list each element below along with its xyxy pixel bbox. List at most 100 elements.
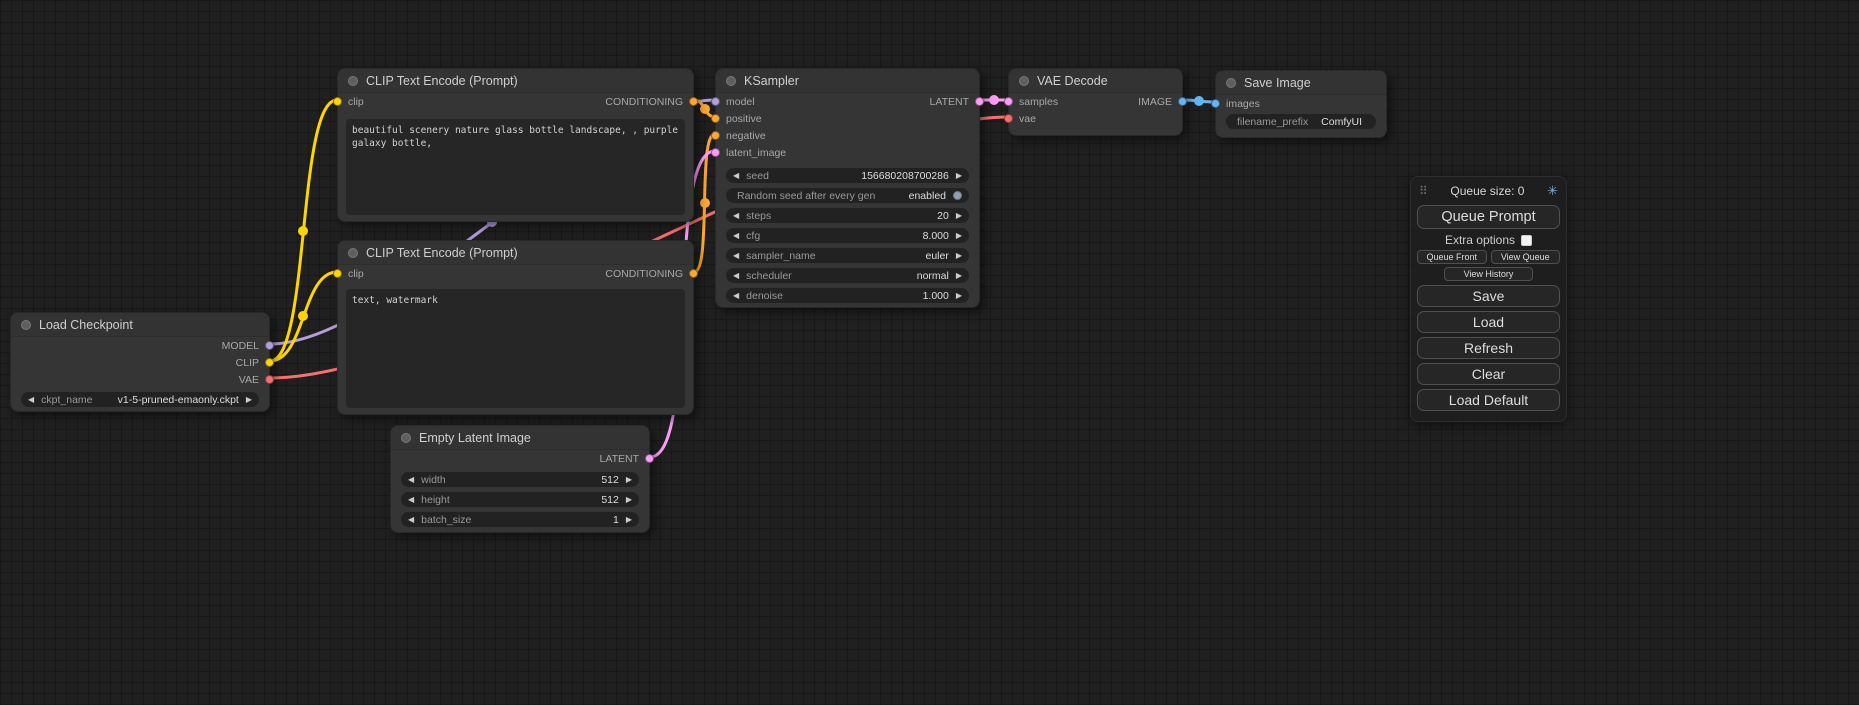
output-label-vae: VAE bbox=[239, 374, 259, 386]
output-slot-clip[interactable] bbox=[265, 358, 274, 367]
decrement-arrow-icon[interactable]: ◀ bbox=[733, 172, 739, 180]
widget-batch-size[interactable]: ◀ batch_size 1 ▶ bbox=[401, 512, 639, 527]
increment-arrow-icon[interactable]: ▶ bbox=[956, 212, 962, 220]
collapse-dot-icon[interactable] bbox=[401, 433, 411, 443]
settings-gear-icon[interactable]: ✳ bbox=[1547, 183, 1558, 199]
positive-prompt-textarea[interactable]: beautiful scenery nature glass bottle la… bbox=[346, 119, 685, 215]
collapse-dot-icon[interactable] bbox=[726, 76, 736, 86]
increment-arrow-icon[interactable]: ▶ bbox=[956, 232, 962, 240]
decrement-arrow-icon[interactable]: ◀ bbox=[733, 272, 739, 280]
input-slot-model[interactable] bbox=[711, 97, 720, 106]
decrement-arrow-icon[interactable]: ◀ bbox=[408, 516, 414, 524]
node-title-bar[interactable]: CLIP Text Encode (Prompt) bbox=[338, 241, 693, 265]
widget-denoise[interactable]: ◀ denoise 1.000 ▶ bbox=[726, 288, 969, 303]
output-slot-vae[interactable] bbox=[265, 375, 274, 384]
collapse-dot-icon[interactable] bbox=[348, 248, 358, 258]
slot-row: negative bbox=[716, 127, 979, 144]
input-slot-vae[interactable] bbox=[1004, 114, 1013, 123]
widget-label: height bbox=[421, 494, 450, 506]
increment-arrow-icon[interactable]: ▶ bbox=[956, 172, 962, 180]
decrement-arrow-icon[interactable]: ◀ bbox=[408, 496, 414, 504]
node-title-bar[interactable]: CLIP Text Encode (Prompt) bbox=[338, 69, 693, 93]
node-title-bar[interactable]: Load Checkpoint bbox=[11, 313, 269, 337]
output-label-clip: CLIP bbox=[236, 357, 259, 369]
widget-value: normal bbox=[799, 270, 949, 282]
negative-prompt-textarea[interactable]: text, watermark bbox=[346, 289, 685, 408]
view-history-button[interactable]: View History bbox=[1444, 267, 1533, 281]
output-slot-image[interactable] bbox=[1178, 97, 1187, 106]
collapse-dot-icon[interactable] bbox=[1019, 76, 1029, 86]
node-title-bar[interactable]: VAE Decode bbox=[1009, 69, 1182, 93]
output-slot-model[interactable] bbox=[265, 341, 274, 350]
widget-filename-prefix[interactable]: filename_prefix ComfyUI bbox=[1226, 114, 1376, 129]
save-button[interactable]: Save bbox=[1417, 285, 1560, 307]
widget-width[interactable]: ◀ width 512 ▶ bbox=[401, 472, 639, 487]
output-slot-conditioning[interactable] bbox=[689, 269, 698, 278]
input-slot-samples[interactable] bbox=[1004, 97, 1013, 106]
output-row: CLIP bbox=[11, 354, 269, 371]
decrement-arrow-icon[interactable]: ◀ bbox=[733, 252, 739, 260]
input-label-negative: negative bbox=[726, 130, 766, 142]
node-title: CLIP Text Encode (Prompt) bbox=[366, 74, 518, 88]
queue-front-button[interactable]: Queue Front bbox=[1417, 250, 1487, 264]
widget-cfg[interactable]: ◀ cfg 8.000 ▶ bbox=[726, 228, 969, 243]
node-title-bar[interactable]: Empty Latent Image bbox=[391, 426, 649, 450]
decrement-arrow-icon[interactable]: ◀ bbox=[733, 212, 739, 220]
output-slot-latent[interactable] bbox=[645, 454, 654, 463]
increment-arrow-icon[interactable]: ▶ bbox=[626, 516, 632, 524]
node-title: CLIP Text Encode (Prompt) bbox=[366, 246, 518, 260]
widget-height[interactable]: ◀ height 512 ▶ bbox=[401, 492, 639, 507]
collapse-dot-icon[interactable] bbox=[1226, 78, 1236, 88]
input-slot-clip[interactable] bbox=[333, 97, 342, 106]
collapse-dot-icon[interactable] bbox=[348, 76, 358, 86]
output-slot-conditioning[interactable] bbox=[689, 97, 698, 106]
node-load-checkpoint[interactable]: Load Checkpoint MODEL CLIP VAE ◀ ckpt_na… bbox=[10, 312, 270, 412]
widget-steps[interactable]: ◀ steps 20 ▶ bbox=[726, 208, 969, 223]
clear-button[interactable]: Clear bbox=[1417, 363, 1560, 385]
widget-random-seed-toggle[interactable]: Random seed after every gen enabled bbox=[726, 188, 969, 203]
input-slot-positive[interactable] bbox=[711, 114, 720, 123]
queue-prompt-button[interactable]: Queue Prompt bbox=[1417, 205, 1560, 229]
increment-arrow-icon[interactable]: ▶ bbox=[956, 252, 962, 260]
input-slot-images[interactable] bbox=[1211, 99, 1220, 108]
node-vae-decode[interactable]: VAE Decode samples IMAGE vae bbox=[1008, 68, 1183, 136]
node-clip-text-encode-positive[interactable]: CLIP Text Encode (Prompt) clip CONDITION… bbox=[337, 68, 694, 222]
extra-options-checkbox[interactable] bbox=[1521, 235, 1532, 246]
widget-label: cfg bbox=[746, 230, 760, 242]
drag-handle-icon[interactable]: ⠿ bbox=[1419, 184, 1428, 198]
node-title-bar[interactable]: KSampler bbox=[716, 69, 979, 93]
output-label-model: MODEL bbox=[222, 340, 259, 352]
view-queue-button[interactable]: View Queue bbox=[1491, 250, 1561, 264]
output-slot-latent[interactable] bbox=[975, 97, 984, 106]
node-save-image[interactable]: Save Image images filename_prefix ComfyU… bbox=[1215, 70, 1387, 138]
decrement-arrow-icon[interactable]: ◀ bbox=[408, 476, 414, 484]
increment-arrow-icon[interactable]: ▶ bbox=[956, 272, 962, 280]
widget-value: euler bbox=[823, 250, 949, 262]
node-title-bar[interactable]: Save Image bbox=[1216, 71, 1386, 95]
decrement-arrow-icon[interactable]: ◀ bbox=[28, 396, 34, 404]
input-slot-clip[interactable] bbox=[333, 269, 342, 278]
decrement-arrow-icon[interactable]: ◀ bbox=[733, 292, 739, 300]
toggle-dot-icon[interactable] bbox=[953, 191, 962, 200]
refresh-button[interactable]: Refresh bbox=[1417, 337, 1560, 359]
input-slot-negative[interactable] bbox=[711, 131, 720, 140]
widget-sampler-name[interactable]: ◀ sampler_name euler ▶ bbox=[726, 248, 969, 263]
load-default-button[interactable]: Load Default bbox=[1417, 389, 1560, 411]
increment-arrow-icon[interactable]: ▶ bbox=[626, 496, 632, 504]
increment-arrow-icon[interactable]: ▶ bbox=[246, 396, 252, 404]
output-label-conditioning: CONDITIONING bbox=[605, 268, 683, 280]
widget-seed[interactable]: ◀ seed 156680208700286 ▶ bbox=[726, 168, 969, 183]
increment-arrow-icon[interactable]: ▶ bbox=[956, 292, 962, 300]
output-label-latent: LATENT bbox=[600, 453, 639, 465]
increment-arrow-icon[interactable]: ▶ bbox=[626, 476, 632, 484]
node-clip-text-encode-negative[interactable]: CLIP Text Encode (Prompt) clip CONDITION… bbox=[337, 240, 694, 415]
node-ksampler[interactable]: KSampler model LATENT positive negative … bbox=[715, 68, 980, 308]
decrement-arrow-icon[interactable]: ◀ bbox=[733, 232, 739, 240]
widget-value: 1 bbox=[478, 514, 618, 526]
collapse-dot-icon[interactable] bbox=[21, 320, 31, 330]
load-button[interactable]: Load bbox=[1417, 311, 1560, 333]
input-slot-latent-image[interactable] bbox=[711, 148, 720, 157]
widget-ckpt-name[interactable]: ◀ ckpt_name v1-5-pruned-emaonly.ckpt ▶ bbox=[21, 392, 259, 407]
node-empty-latent-image[interactable]: Empty Latent Image LATENT ◀ width 512 ▶ … bbox=[390, 425, 650, 533]
widget-scheduler[interactable]: ◀ scheduler normal ▶ bbox=[726, 268, 969, 283]
